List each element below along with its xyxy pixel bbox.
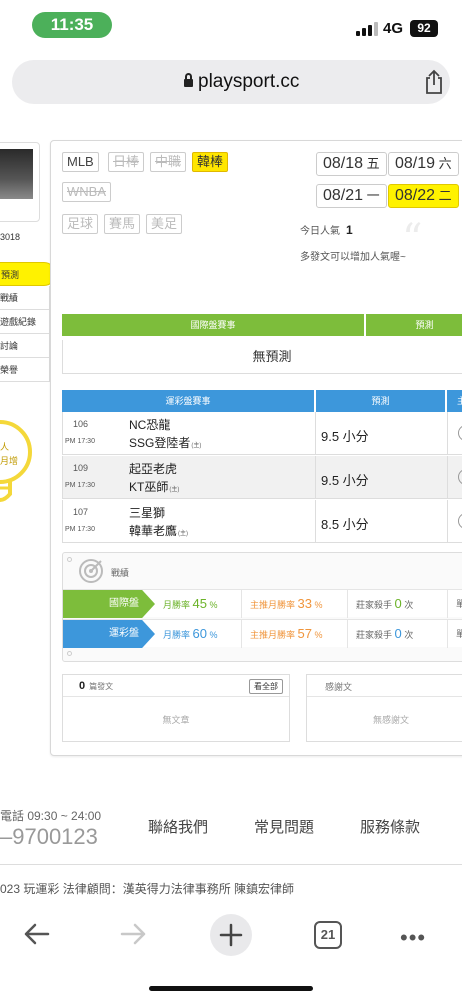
bookie-killer: 莊家殺手 0 次 (347, 590, 447, 618)
browser-toolbar: 21 ••• (0, 902, 462, 1000)
article-count: 0 篇發文 (79, 680, 114, 692)
popularity-hint: 多發文可以增加人氣喔~ (300, 252, 406, 263)
month-rate: 月勝率 60 % (163, 626, 218, 641)
new-tab-button[interactable] (210, 914, 252, 956)
user-id: 3018 (0, 232, 21, 242)
articles-panel: 0 篇發文 看全部 無文章 (62, 674, 290, 742)
home-team: 韓華老鷹(主) (129, 524, 189, 538)
game-number: 107 (73, 507, 89, 517)
phone-number[interactable]: –9700123 (0, 824, 98, 850)
home-team: SSG登陸者(主) (129, 436, 202, 450)
view-all-button[interactable]: 看全部 (249, 679, 283, 694)
league-tab-nfl[interactable]: 美足 (146, 214, 183, 234)
thanks-panel: 感謝文 無感謝文 (306, 674, 462, 742)
away-team: 三星獅 (129, 506, 166, 520)
game-time: PM 17:30 (65, 438, 95, 445)
intl-pred-header: 預測 (365, 314, 462, 336)
more-icon[interactable]: ••• (400, 925, 426, 951)
date-button[interactable]: 08/18 五 (316, 152, 387, 176)
share-icon[interactable] (422, 69, 446, 95)
address-bar[interactable]: playsport.cc (12, 60, 450, 104)
status-bar: 11:35 4G 92 (0, 0, 462, 50)
thanks-title: 感謝文 (325, 682, 353, 692)
signal-icon (356, 22, 378, 36)
web-page: 3018 預測 戰績 遊戲紀錄 討論 榮譽 人 月增 MLB 日棒 中職 韓棒 … (0, 112, 462, 902)
back-icon[interactable] (18, 914, 58, 954)
game-time: PM 17:30 (65, 482, 95, 489)
lock-icon (184, 73, 193, 88)
sidebar-item-prediction[interactable]: 預測 (0, 262, 56, 286)
date-button-active[interactable]: 08/22 二 (388, 184, 459, 208)
sidebar-menu: 預測 戰績 遊戲紀錄 討論 榮譽 (0, 262, 56, 382)
table-row[interactable]: 106 PM 17:30 NC恐龍 SSG登陸者(主) 9.5 小分 (62, 412, 462, 455)
record-extra: 單 (447, 620, 462, 648)
league-tab-cpbl: 中職 (150, 152, 187, 172)
lottery-home-header: 主 (446, 390, 462, 412)
forward-icon (120, 923, 146, 945)
league-tab-soccer[interactable]: 足球 (62, 214, 99, 234)
intl-table-header: 國際盤賽事 (62, 314, 364, 336)
lottery-pred-header: 預測 (315, 390, 445, 412)
lottery-table-header: 運彩盤賽事 (62, 390, 314, 412)
away-team: NC恐龍 (129, 418, 171, 432)
league-tab-npb: 日棒 (108, 152, 145, 172)
away-team: 起亞老虎 (129, 462, 178, 476)
tabs-button[interactable]: 21 (314, 921, 342, 949)
record-extra: 單 (447, 590, 462, 618)
prediction-value: 9.5 小分 (321, 473, 369, 488)
game-number: 106 (73, 419, 89, 429)
faq-link[interactable]: 常見問題 (254, 816, 314, 837)
avatar-card[interactable] (0, 142, 40, 222)
record-title: 戰績 (111, 568, 130, 578)
record-label: 國際盤 (63, 590, 155, 618)
home-indicator (149, 986, 313, 991)
home-month-rate: 主推月勝率 33 % (241, 590, 347, 618)
copyright: 023 玩運彩 法律顧問：漢英得力法律事務所 陳鎮宏律師 (0, 882, 295, 896)
league-tab-wnba: WNBA (62, 182, 111, 202)
no-prediction: 無預測 (62, 340, 462, 374)
popularity: 今日人氣 1 (300, 223, 353, 237)
date-button[interactable]: 08/19 六 (388, 152, 459, 176)
table-row[interactable]: 107 PM 17:30 三星獅 韓華老鷹(主) 8.5 小分 (62, 500, 462, 543)
status-icon (458, 513, 462, 529)
league-tab-mlb[interactable]: MLB (62, 152, 99, 172)
avatar[interactable] (0, 149, 33, 199)
sidebar-item-game-log[interactable]: 遊戲紀錄 (0, 310, 50, 334)
game-time: PM 17:30 (65, 526, 95, 533)
status-icon (458, 425, 462, 441)
no-articles: 無文章 (162, 715, 190, 725)
bookie-killer: 莊家殺手 0 次 (347, 620, 447, 648)
month-rate: 月勝率 45 % (163, 596, 218, 611)
league-tab-kbo[interactable]: 韓棒 (192, 152, 229, 172)
network-label: 4G (383, 20, 404, 37)
battery-icon: 92 (410, 20, 438, 37)
record-panel: 戰績 國際盤 月勝率 45 % 主推月勝率 33 % 莊家殺手 0 次 單 運彩… (62, 552, 462, 662)
status-icon (458, 469, 462, 485)
table-row[interactable]: 109 PM 17:30 起亞老虎 KT巫師(主) 9.5 小分 (62, 456, 462, 499)
record-label: 運彩盤 (63, 620, 155, 648)
terms-link[interactable]: 服務條款 (360, 816, 420, 837)
target-icon (79, 559, 103, 583)
plus-icon (219, 923, 243, 947)
game-number: 109 (73, 463, 89, 473)
no-thanks: 無感謝文 (372, 715, 409, 725)
footer-divider (0, 864, 462, 865)
sidebar-item-discussion[interactable]: 討論 (0, 334, 50, 358)
prediction-value: 8.5 小分 (321, 517, 369, 532)
bulb-text: 人 月增 (0, 442, 19, 466)
status-time: 11:35 (32, 12, 112, 38)
record-row-intl: 國際盤 月勝率 45 % 主推月勝率 33 % 莊家殺手 0 次 單 (63, 589, 462, 618)
sidebar-item-record[interactable]: 戰績 (0, 286, 50, 310)
home-team: KT巫師(主) (129, 480, 180, 494)
contact-link[interactable]: 聯絡我們 (148, 816, 208, 837)
phone-hours: 電話 09:30 ~ 24:00 (0, 809, 102, 823)
prediction-value: 9.5 小分 (321, 429, 369, 444)
league-tab-horse[interactable]: 賽馬 (104, 214, 141, 234)
home-month-rate: 主推月勝率 57 % (241, 620, 347, 648)
date-button[interactable]: 08/21 一 (316, 184, 387, 208)
url-text: playsport.cc (198, 71, 300, 92)
record-row-lottery: 運彩盤 月勝率 60 % 主推月勝率 57 % 莊家殺手 0 次 單 (63, 619, 462, 648)
sidebar-item-honor[interactable]: 榮譽 (0, 358, 50, 382)
